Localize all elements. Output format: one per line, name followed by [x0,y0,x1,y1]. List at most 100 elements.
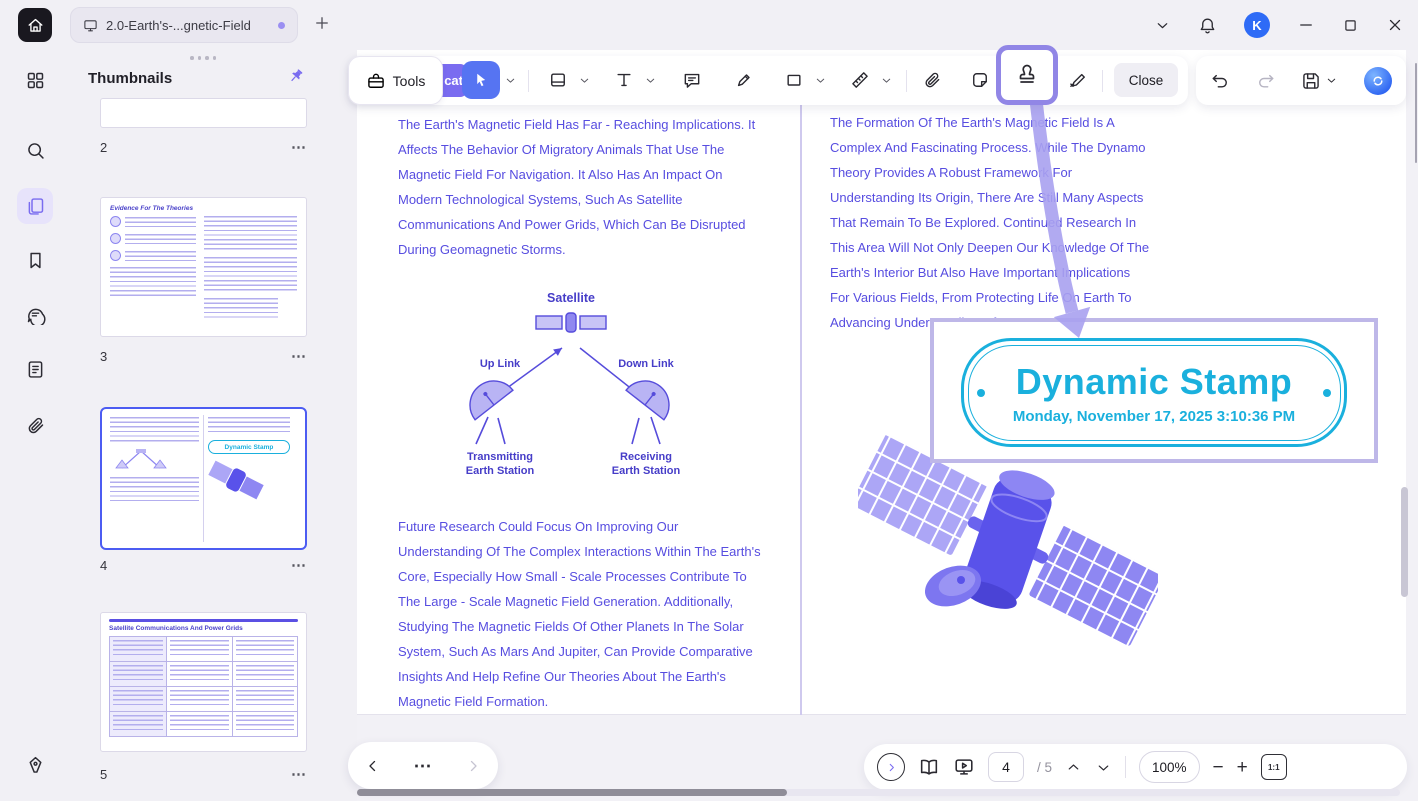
shape-tool-button[interactable] [776,62,812,98]
thumbnail-menu-button[interactable]: ⋯ [291,352,307,362]
rail-bookmarks-button[interactable] [17,242,53,278]
stamp-tool-button-highlighted[interactable] [996,45,1058,105]
measure-tool-dropdown[interactable] [880,74,893,87]
undo-button[interactable] [1210,71,1230,91]
home-icon [26,16,45,35]
horizontal-scrollbar-thumb[interactable] [357,789,787,796]
history-save-toolbar [1196,56,1406,105]
measure-tool-button[interactable] [842,62,878,98]
dynamic-stamp-annotation[interactable]: Dynamic Stamp Monday, November 17, 2025 … [930,318,1378,463]
reader-mode-button[interactable] [918,756,940,778]
tab-list-button[interactable] [1154,17,1171,34]
rail-notes-button[interactable] [17,351,53,387]
new-tab-button[interactable] [313,14,331,32]
mini-header-rule [109,619,298,622]
page-number-input[interactable] [988,752,1024,782]
chevron-right-icon [464,757,482,775]
rail-apps-button[interactable] [17,62,53,98]
rail-search-button[interactable] [17,132,53,168]
select-tool-button-active[interactable] [462,61,500,99]
zoom-in-button[interactable]: + [1237,758,1248,777]
thumbnail-row-5: 5 ⋯ [100,767,307,782]
comment-tool-icon [682,70,702,90]
pen-tool-button[interactable] [726,62,762,98]
notifications-button[interactable] [1198,16,1217,35]
close-window-button[interactable] [1386,16,1404,34]
markup-tool-dropdown[interactable] [578,74,591,87]
pin-panel-button[interactable] [287,67,305,88]
chevron-down-icon [578,74,591,87]
zoom-level-button[interactable]: 100% [1139,751,1200,783]
panel-drag-handle[interactable] [190,56,216,60]
save-dropdown[interactable] [1325,74,1338,87]
attachment-tool-button[interactable] [914,62,950,98]
open-book-icon [918,756,940,778]
horizontal-scrollbar[interactable] [357,789,1400,796]
next-page-button-disabled[interactable] [464,757,482,775]
chevron-down-icon [1325,74,1338,87]
mini-diagram-circle [110,233,121,244]
maximize-button[interactable] [1342,17,1359,34]
receiving-label-2: Earth Station [612,465,681,477]
thumbnail-page-3[interactable]: Evidence For The Theories [100,197,307,337]
mini-page-content [110,216,297,320]
thumbnail-page-2[interactable] [100,98,307,128]
maximize-icon [1342,17,1359,34]
text-tool-dropdown[interactable] [644,74,657,87]
vertical-scrollbar-thumb[interactable] [1401,487,1408,597]
tools-button[interactable]: Tools [348,56,443,105]
close-icon [1386,16,1404,34]
chevron-up-icon [1065,759,1082,776]
minimize-button[interactable] [1297,16,1315,34]
text-tool-button[interactable] [606,62,642,98]
panel-title: Thumbnails [88,70,172,87]
document-tab[interactable]: 2.0-Earth's-...gnetic-Field [70,7,298,43]
page-up-button[interactable] [1065,759,1082,776]
toolbox-icon [366,71,386,91]
ai-assistant-button[interactable] [1364,67,1392,95]
rail-attachments-button[interactable] [17,407,53,443]
controls-divider [1125,756,1126,778]
prev-page-button[interactable] [364,757,382,775]
pdf-editor-window: 2.0-Earth's-...gnetic-Field K Thumbnails [0,0,1418,801]
thumbnail-menu-button[interactable]: ⋯ [291,770,307,780]
signature-tool-button[interactable] [1060,62,1096,98]
mini-uplink-diagram [110,448,172,472]
rail-pen-tool-button[interactable] [17,747,53,783]
thumbnail-page-4-selected[interactable]: Dynamic Stamp [100,407,307,550]
right-page-paragraph-1: The Formation Of The Earth's Magnetic Fi… [830,110,1150,335]
ruler-icon [850,70,870,90]
more-pages-button[interactable]: ⋯ [413,761,432,771]
presentation-mode-button[interactable] [953,756,975,778]
thumbnail-menu-button[interactable]: ⋯ [291,143,307,153]
titlebar-right-controls: K [1154,0,1404,50]
mini-diagram-circle [110,216,121,227]
window-edge-scrollbar[interactable] [1415,63,1418,163]
page-down-button[interactable] [1095,759,1112,776]
save-button[interactable] [1301,71,1321,91]
link-lines [496,348,638,396]
note-document-icon [25,359,46,380]
sticker-tool-button[interactable] [962,62,998,98]
minimize-icon [1297,16,1315,34]
paperclip-icon [922,70,942,90]
search-icon [25,140,46,161]
zoom-out-button[interactable]: − [1213,758,1224,777]
close-toolbar-button[interactable]: Close [1114,63,1178,97]
expand-controls-button[interactable] [877,753,905,781]
rail-comments-button[interactable] [17,296,53,332]
rail-thumbnails-button[interactable] [17,188,53,224]
shape-tool-dropdown[interactable] [814,74,827,87]
thumbnail-menu-button[interactable]: ⋯ [291,561,307,571]
avatar[interactable]: K [1244,12,1270,38]
redo-button[interactable] [1256,71,1276,91]
comment-tool-button[interactable] [674,62,710,98]
home-button[interactable] [18,8,52,42]
mini-diagram-circle [110,250,121,261]
marker-pen-icon [734,70,754,90]
actual-size-button[interactable]: 1:1 [1261,754,1287,780]
stamp-datetime: Monday, November 17, 2025 3:10:36 PM [1013,408,1295,425]
thumbnail-page-5[interactable]: Satellite Communications And Power Grids [100,612,307,752]
markup-tool-button[interactable] [540,62,576,98]
select-tool-dropdown[interactable] [504,74,517,87]
